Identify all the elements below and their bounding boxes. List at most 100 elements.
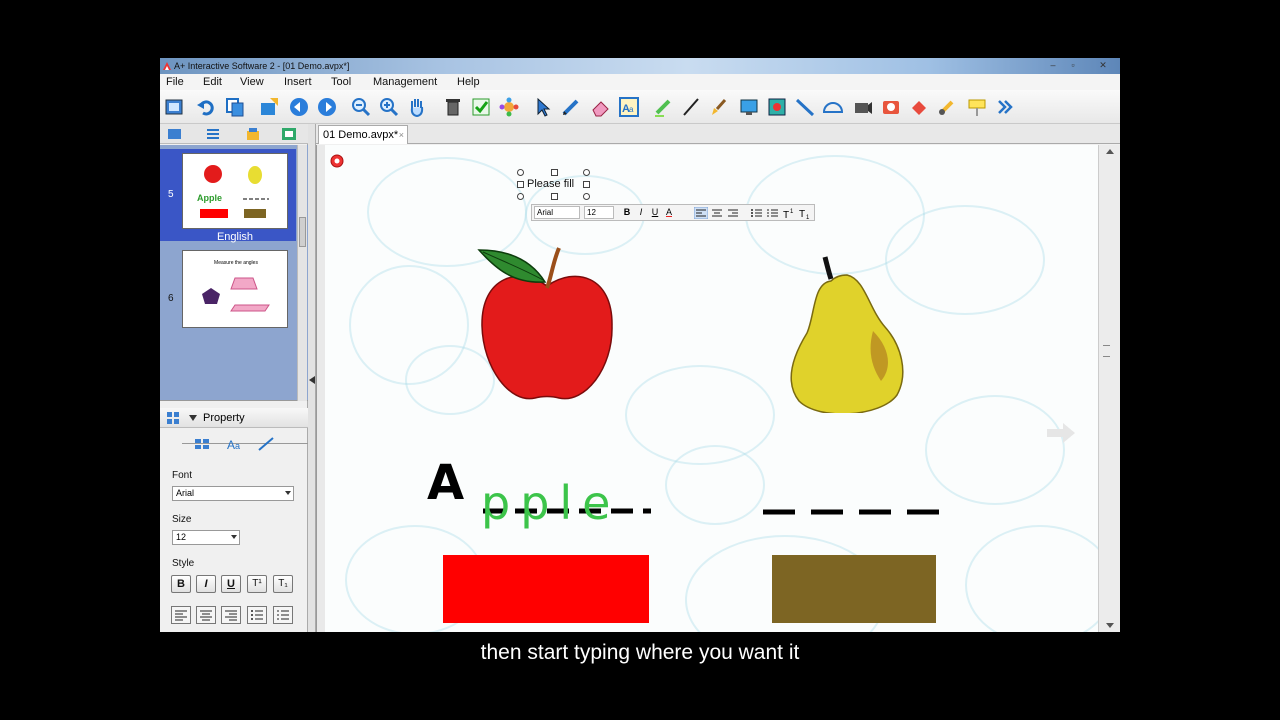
resources-tab-icon[interactable] <box>244 126 262 142</box>
next-page-arrow-icon[interactable] <box>1045 421 1077 445</box>
highlighter-icon[interactable] <box>652 96 674 118</box>
text-box-selected[interactable]: Please fill <box>517 169 590 200</box>
apple-image[interactable] <box>475 238 619 402</box>
panel-splitter[interactable] <box>308 124 316 632</box>
undo-icon[interactable] <box>195 96 217 118</box>
format-size-select[interactable]: 12 <box>584 206 614 219</box>
align-right-icon[interactable] <box>221 606 241 624</box>
pointer-icon[interactable] <box>936 96 958 118</box>
align-left-icon[interactable] <box>171 606 191 624</box>
trash-icon[interactable] <box>442 96 464 118</box>
text-icon[interactable]: Aa <box>618 96 640 118</box>
resize-handle[interactable] <box>583 193 590 200</box>
protractor-icon[interactable] <box>822 96 844 118</box>
cursor-icon[interactable] <box>532 96 554 118</box>
text-box-content[interactable]: Please fill <box>527 178 574 190</box>
subscript-icon[interactable]: T1 <box>798 207 812 219</box>
check-icon[interactable] <box>470 96 492 118</box>
open-icon[interactable] <box>163 96 185 118</box>
line-tab-icon[interactable] <box>256 436 276 452</box>
thumbnail-scrollbar[interactable] <box>297 145 307 401</box>
brush-icon[interactable] <box>708 96 730 118</box>
resize-handle[interactable] <box>517 169 524 176</box>
camera-icon[interactable] <box>852 96 874 118</box>
resize-handle[interactable] <box>517 181 524 188</box>
apple-color-swatch[interactable] <box>443 555 649 623</box>
scroll-down-icon[interactable] <box>1106 623 1114 628</box>
copy-icon[interactable] <box>224 96 246 118</box>
more-icon[interactable] <box>994 96 1016 118</box>
chevron-down-icon[interactable] <box>189 415 197 421</box>
pen-icon[interactable] <box>560 96 582 118</box>
font-select[interactable]: Arial <box>172 486 294 501</box>
numbered-list-icon[interactable] <box>273 606 293 624</box>
scrollbar-thumb[interactable] <box>299 217 306 247</box>
layout-tab-icon[interactable] <box>192 436 212 452</box>
minimize-button[interactable]: – <box>1046 60 1060 71</box>
zoom-out-icon[interactable] <box>350 96 372 118</box>
fill-icon[interactable] <box>908 96 930 118</box>
scroll-up-icon[interactable] <box>1106 149 1114 154</box>
align-left-icon[interactable] <box>694 207 708 219</box>
eraser-icon[interactable] <box>590 96 612 118</box>
forward-icon[interactable] <box>316 96 338 118</box>
format-italic-button[interactable]: I <box>634 206 648 219</box>
resize-handle[interactable] <box>551 193 558 200</box>
bullet-list-icon[interactable] <box>750 207 764 219</box>
pear-color-swatch[interactable] <box>772 555 936 623</box>
format-font-color-button[interactable]: A <box>662 206 676 219</box>
gallery-tab-icon[interactable] <box>280 126 298 142</box>
list-tab-icon[interactable] <box>204 126 222 142</box>
close-tab-icon[interactable]: × <box>399 126 404 144</box>
format-bold-button[interactable]: B <box>620 206 634 219</box>
italic-button[interactable]: I <box>196 575 216 593</box>
screen-icon[interactable] <box>738 96 760 118</box>
bold-button[interactable]: B <box>171 575 191 593</box>
import-icon[interactable] <box>258 96 280 118</box>
maximize-button[interactable]: ▫ <box>1066 60 1080 71</box>
menu-file[interactable]: File <box>166 74 184 90</box>
menu-tool[interactable]: Tool <box>331 74 351 90</box>
bullet-list-icon[interactable] <box>247 606 267 624</box>
slide-canvas[interactable]: Please fill Arial 12 B I U A T 1 T 1 A p… <box>325 145 1099 632</box>
menu-view[interactable]: View <box>240 74 264 90</box>
align-center-icon[interactable] <box>710 207 724 219</box>
vertical-scrollbar[interactable] <box>1098 145 1120 632</box>
format-underline-button[interactable]: U <box>648 206 662 219</box>
slides-tab-icon[interactable] <box>166 126 184 142</box>
capture-icon[interactable] <box>766 96 788 118</box>
pear-image[interactable] <box>785 253 911 413</box>
text-style-tab-icon[interactable]: Aa <box>224 436 244 452</box>
menu-help[interactable]: Help <box>457 74 480 90</box>
collapse-arrow-icon[interactable] <box>309 376 315 384</box>
slide-thumb-5[interactable]: 5 Apple English <box>160 149 296 243</box>
menu-edit[interactable]: Edit <box>203 74 222 90</box>
numbered-list-icon[interactable] <box>766 207 780 219</box>
menu-management[interactable]: Management <box>373 74 437 90</box>
record-icon[interactable] <box>329 153 347 169</box>
subscript-button[interactable]: T₁ <box>273 575 293 593</box>
resize-handle[interactable] <box>583 181 590 188</box>
format-font-select[interactable]: Arial <box>534 206 580 219</box>
resize-handle[interactable] <box>517 193 524 200</box>
hand-icon[interactable] <box>406 96 428 118</box>
line-pen-icon[interactable] <box>680 96 702 118</box>
close-window-button[interactable]: ✕ <box>1096 60 1110 71</box>
tab-01-demo[interactable]: 01 Demo.avpx* × <box>318 125 408 144</box>
underline-button[interactable]: U <box>221 575 241 593</box>
superscript-icon[interactable]: T1 <box>782 207 796 219</box>
back-icon[interactable] <box>288 96 310 118</box>
resize-handle[interactable] <box>551 169 558 176</box>
size-select[interactable]: 12 <box>172 530 240 545</box>
align-right-icon[interactable] <box>726 207 740 219</box>
ruler-icon[interactable] <box>794 96 816 118</box>
resize-handle[interactable] <box>583 169 590 176</box>
gear-icon[interactable] <box>498 96 520 118</box>
scrollbar-thumb[interactable] <box>1103 345 1110 357</box>
superscript-button[interactable]: T¹ <box>247 575 267 593</box>
photo-icon[interactable] <box>880 96 902 118</box>
menu-insert[interactable]: Insert <box>284 74 312 90</box>
align-center-icon[interactable] <box>196 606 216 624</box>
curtain-icon[interactable] <box>966 96 988 118</box>
zoom-in-icon[interactable] <box>378 96 400 118</box>
